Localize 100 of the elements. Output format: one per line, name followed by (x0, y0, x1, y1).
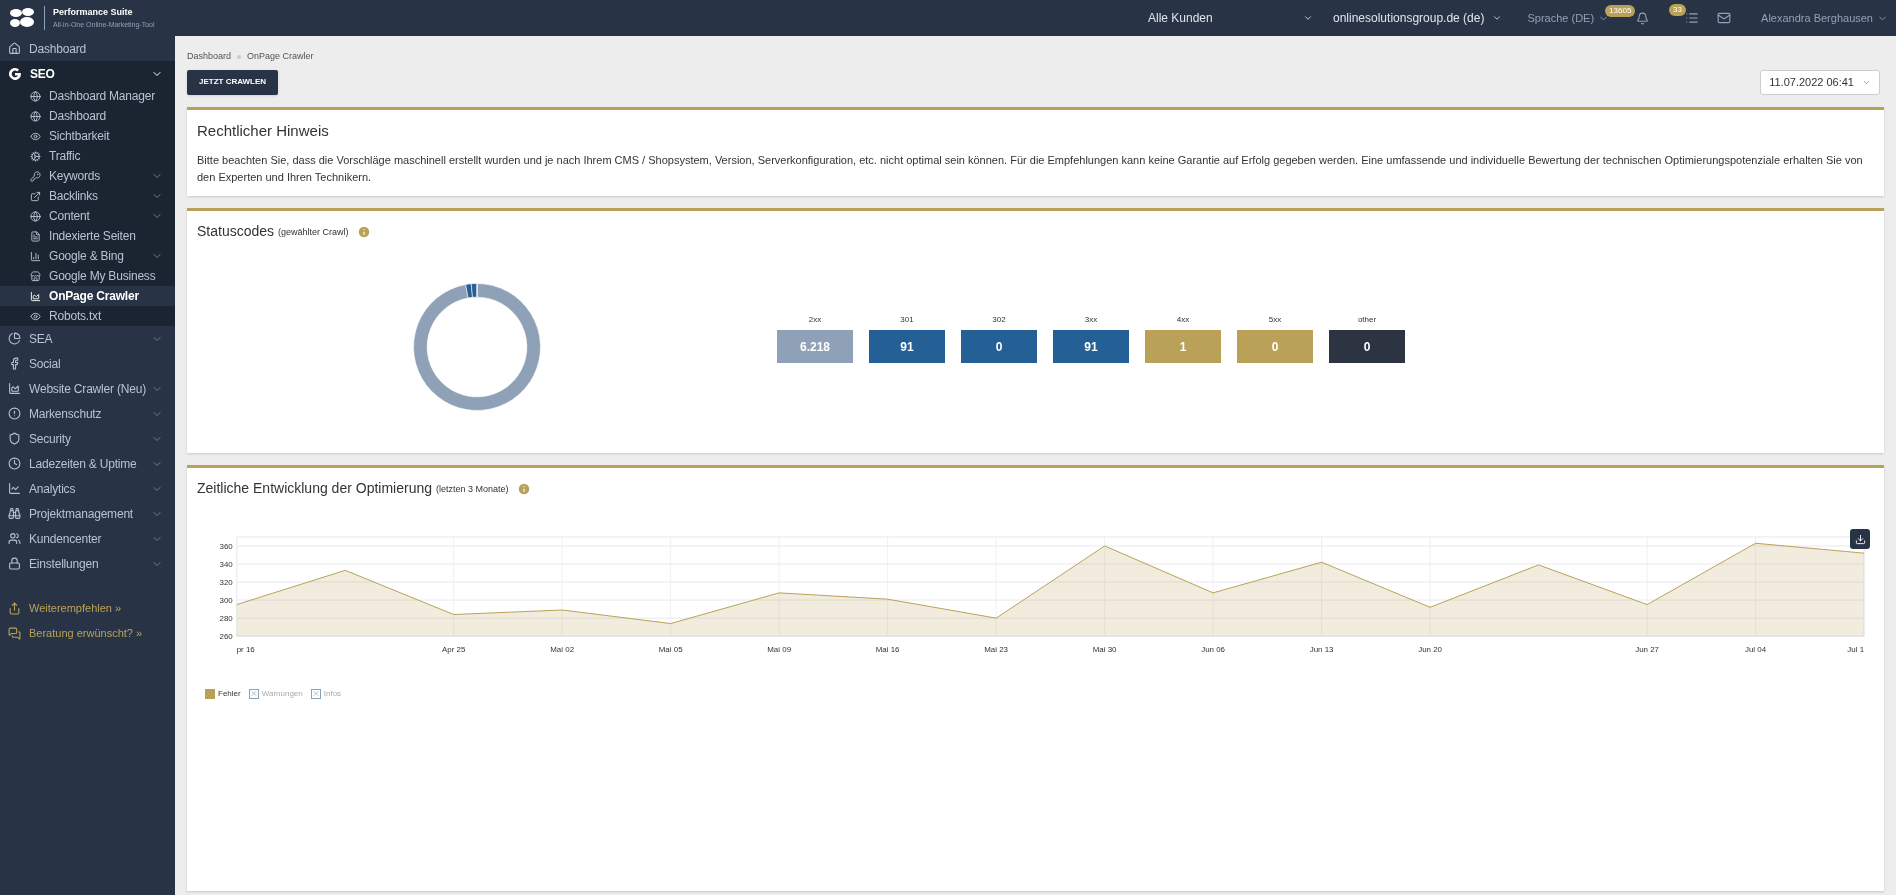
sidebar-link[interactable]: Beratung erwünscht? » (0, 621, 175, 646)
binoculars-icon (8, 507, 21, 520)
brand-title: Performance Suite (53, 6, 134, 19)
bar-chart-icon (30, 250, 41, 262)
y-tick-label: 260 (219, 632, 233, 642)
status-count: 1 (1145, 330, 1221, 363)
sidebar-item[interactable]: Website Crawler (Neu) (0, 376, 175, 401)
x-tick-label: Jun 06 (1201, 645, 1225, 655)
status-label: 4xx (1176, 314, 1190, 326)
clock-icon (8, 457, 21, 470)
globe-icon (30, 90, 41, 102)
sidebar-item[interactable]: Keywords (0, 166, 175, 186)
sidebar-item[interactable]: Robots.txt (0, 306, 175, 326)
google-icon (8, 66, 22, 81)
sidebar-item[interactable]: Indexierte Seiten (0, 226, 175, 246)
sidebar-item[interactable]: Dashboard (0, 36, 175, 61)
document-icon (30, 230, 41, 242)
x-tick-label: Jun 27 (1635, 645, 1659, 655)
y-tick-label: 320 (219, 578, 233, 587)
sidebar-item[interactable]: Analytics (0, 476, 175, 501)
card-subtitle: (letzten 3 Monate) (436, 483, 509, 497)
status-count: 0 (1237, 330, 1313, 363)
chat-icon (8, 627, 21, 640)
y-tick-label: 300 (219, 596, 233, 606)
sidebar-item[interactable]: Kundencenter (0, 526, 175, 551)
pie-chart-icon (8, 332, 21, 345)
status-count: 91 (869, 330, 945, 363)
sidebar-item[interactable]: Dashboard (0, 106, 175, 126)
alert-icon (8, 407, 21, 420)
crawl-button[interactable]: JETZT CRAWLEN (187, 69, 279, 95)
caret-icon (1492, 13, 1503, 23)
breadcrumb-current: OnPage Crawler (247, 50, 314, 63)
sidebar-item[interactable]: Google My Business (0, 266, 175, 286)
eye-icon (30, 310, 41, 322)
info-icon[interactable] (516, 481, 531, 496)
x-tick-label: Mai 09 (767, 645, 792, 655)
x-tick-label: Jun 13 (1309, 645, 1334, 655)
sidebar-item[interactable]: Security (0, 426, 175, 451)
sidebar-item[interactable]: SEO (0, 61, 175, 86)
x-tick-label: Apr 25 (442, 645, 466, 655)
eye-icon (30, 130, 41, 142)
globe-icon (30, 210, 41, 222)
caret-icon (1303, 13, 1313, 23)
domain-select[interactable]: onlinesolutionsgroup.de (de) (1333, 9, 1503, 27)
x-tick-label: Mai 23 (984, 645, 1009, 655)
status-label: 302 (992, 314, 1006, 326)
status-count: 91 (1053, 330, 1129, 363)
x-tick-label: Jun 20 (1418, 645, 1442, 655)
info-icon[interactable] (356, 224, 371, 239)
logo-icon (8, 7, 36, 29)
download-button[interactable] (1850, 529, 1870, 549)
sidebar-item[interactable]: Markenschutz (0, 401, 175, 426)
key-icon (30, 170, 41, 182)
bell-icon[interactable] (1636, 11, 1650, 25)
sidebar-item[interactable]: Dashboard Manager (0, 86, 175, 106)
sidebar-item[interactable]: SEA (0, 326, 175, 351)
external-link-icon (30, 190, 41, 202)
breadcrumb-link[interactable]: Dashboard (187, 50, 232, 64)
date-select[interactable]: 11.07.2022 06:41 (1760, 69, 1880, 95)
y-tick-label: 360 (219, 541, 233, 551)
list-icon[interactable] (1685, 11, 1700, 25)
status-count: 0 (1329, 330, 1405, 363)
globe-icon (30, 110, 41, 122)
x-tick-label: Mai 02 (550, 645, 575, 655)
sidebar-item[interactable]: Social (0, 351, 175, 376)
card-title: Zeitliche Entwicklung der Optimierung (197, 479, 432, 498)
users-icon (8, 532, 21, 545)
x-tick-label: pr 16 (236, 645, 255, 655)
x-tick-label: Jul 04 (1745, 645, 1767, 655)
sidebar-item[interactable]: Einstellungen (0, 551, 175, 576)
task-badge: 33 (1669, 4, 1686, 16)
facebook-icon (8, 357, 21, 370)
area-chart-icon (8, 382, 21, 395)
sidebar-item[interactable]: Projektmanagement (0, 501, 175, 526)
mail-icon[interactable] (1717, 11, 1732, 25)
sidebar-item[interactable]: Sichtbarkeit (0, 126, 175, 146)
card-title: Rechtlicher Hinweis (197, 120, 330, 141)
y-tick-label: 340 (219, 560, 233, 569)
status-label: 301 (900, 314, 914, 326)
x-tick-label: Mai 16 (875, 645, 900, 655)
notification-badge: 13605 (1605, 4, 1636, 17)
lock-icon (8, 557, 21, 570)
user-menu[interactable]: Alexandra Berghausen (1761, 9, 1888, 27)
status-label: 2xx (808, 314, 822, 326)
customer-select[interactable]: Alle Kunden (1148, 9, 1313, 27)
sidebar-item[interactable]: Google & Bing (0, 246, 175, 266)
download-icon (1854, 533, 1866, 545)
sidebar-item[interactable]: OnPage Crawler (0, 286, 175, 306)
status-label: 5xx (1268, 314, 1282, 326)
sidebar-item[interactable]: Content (0, 206, 175, 226)
legend-label[interactable]: Fehler (218, 687, 241, 700)
sidebar-item[interactable]: Traffic (0, 146, 175, 166)
x-tick-label: Mai 05 (658, 645, 683, 655)
line-chart-icon (8, 482, 21, 495)
share-icon (8, 602, 21, 615)
sidebar-item[interactable]: Ladezeiten & Uptime (0, 451, 175, 476)
sidebar-link[interactable]: Weiterempfehlen » (0, 596, 175, 621)
sidebar-item[interactable]: Backlinks (0, 186, 175, 206)
area-chart-icon (30, 290, 41, 302)
x-tick-label: Jul 1 (1847, 645, 1865, 655)
